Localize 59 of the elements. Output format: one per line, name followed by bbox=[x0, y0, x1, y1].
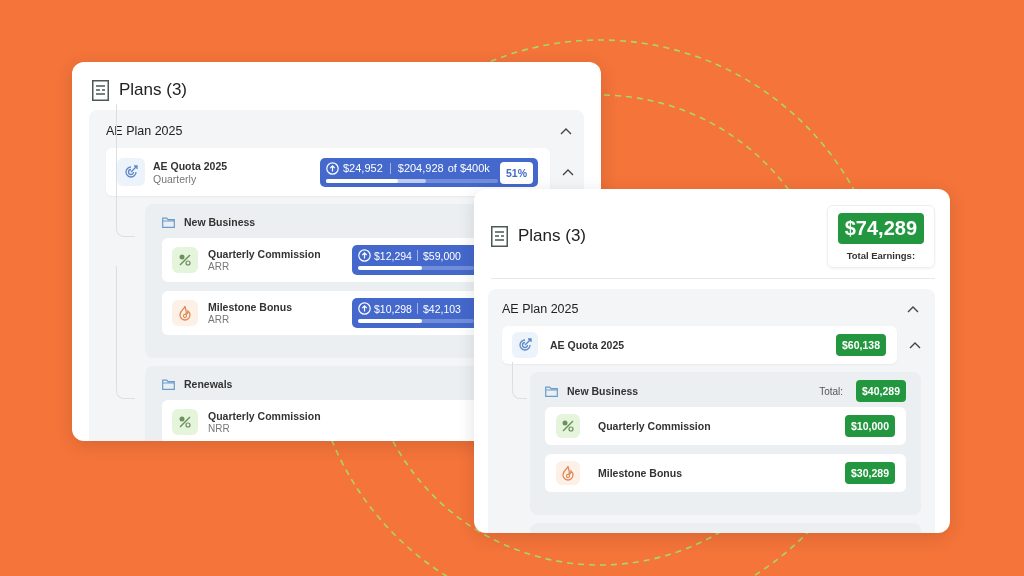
quota-name: AE Quota 2025 bbox=[550, 339, 626, 351]
quota-name: AE Quota 2025 bbox=[153, 159, 228, 172]
document-icon bbox=[92, 79, 109, 101]
row-subtitle: ARR bbox=[208, 261, 230, 272]
card-title: Plans (3) bbox=[518, 226, 588, 246]
folder-icon bbox=[162, 216, 175, 228]
target-amount: of $400k bbox=[447, 162, 490, 174]
tree-connector bbox=[512, 362, 527, 399]
amount-badge: $60,138 bbox=[836, 334, 886, 356]
chevron-up-icon[interactable] bbox=[560, 127, 572, 135]
amount-badge: $30,289 bbox=[845, 462, 895, 484]
flame-icon bbox=[556, 461, 580, 485]
total-earnings-label: Total Earnings: bbox=[846, 249, 916, 261]
earned-amount: $24,952 bbox=[343, 162, 383, 174]
attained-amount: $42,103 bbox=[422, 302, 461, 315]
arrow-up-circle-icon bbox=[358, 302, 371, 315]
arrow-up-circle-icon bbox=[326, 161, 339, 175]
percent-badge: 51% bbox=[500, 161, 533, 184]
document-icon bbox=[491, 225, 508, 247]
quota-row[interactable]: AE Quota 2025 $60,138 bbox=[502, 326, 897, 364]
percent-icon bbox=[172, 409, 198, 435]
row-name: Milestone Bonus bbox=[208, 301, 292, 313]
total-earnings-amount: $74,289 bbox=[837, 212, 924, 244]
commission-row[interactable]: Quarterly Commission ARR $12,294 $59,000 bbox=[162, 238, 474, 282]
percent-icon bbox=[556, 414, 580, 438]
group-name: Renewals bbox=[184, 378, 233, 390]
flame-icon bbox=[172, 300, 198, 326]
row-subtitle: ARR bbox=[208, 314, 230, 325]
chevron-up-icon[interactable] bbox=[907, 305, 919, 313]
card-title: Plans (3) bbox=[119, 80, 189, 100]
row-name: Quarterly Commission bbox=[208, 410, 321, 422]
commission-row[interactable]: Quarterly Commission $10,000 bbox=[545, 407, 906, 445]
target-icon bbox=[512, 332, 538, 358]
chevron-up-icon[interactable] bbox=[562, 168, 574, 176]
folder-icon bbox=[545, 385, 558, 397]
plan-name: AE Plan 2025 bbox=[502, 302, 579, 316]
row-subtitle: NRR bbox=[208, 423, 230, 434]
quota-period: Quarterly bbox=[153, 172, 197, 185]
target-icon bbox=[117, 158, 145, 186]
attained-amount: $59,000 bbox=[422, 249, 461, 262]
group-name: New Business bbox=[184, 216, 256, 228]
row-name: Quarterly Commission bbox=[208, 248, 321, 260]
earned-amount: $10,298 bbox=[374, 302, 412, 315]
chevron-up-icon[interactable] bbox=[909, 341, 921, 349]
attained-amount: $204,928 bbox=[397, 162, 444, 174]
row-name: Milestone Bonus bbox=[598, 467, 683, 479]
arrow-up-circle-icon bbox=[358, 249, 371, 262]
earned-amount: $12,294 bbox=[374, 249, 412, 262]
folder-icon bbox=[162, 378, 175, 390]
row-name: Quarterly Commission bbox=[598, 420, 712, 432]
commission-row[interactable]: Milestone Bonus $30,289 bbox=[545, 454, 906, 492]
amount-badge: $10,000 bbox=[845, 415, 895, 437]
percent-icon bbox=[172, 247, 198, 273]
commission-row[interactable]: Quarterly Commission NRR bbox=[162, 400, 474, 441]
group-total-label: Total: bbox=[819, 385, 844, 397]
group-name: New Business bbox=[567, 385, 640, 397]
quota-row[interactable]: AE Quota 2025 Quarterly $24,952 $204,928 of $400k 51% bbox=[106, 148, 550, 196]
commission-row[interactable]: Milestone Bonus ARR $10,298 $42,103 bbox=[162, 291, 474, 335]
amount-badge: $40,289 bbox=[856, 380, 906, 402]
